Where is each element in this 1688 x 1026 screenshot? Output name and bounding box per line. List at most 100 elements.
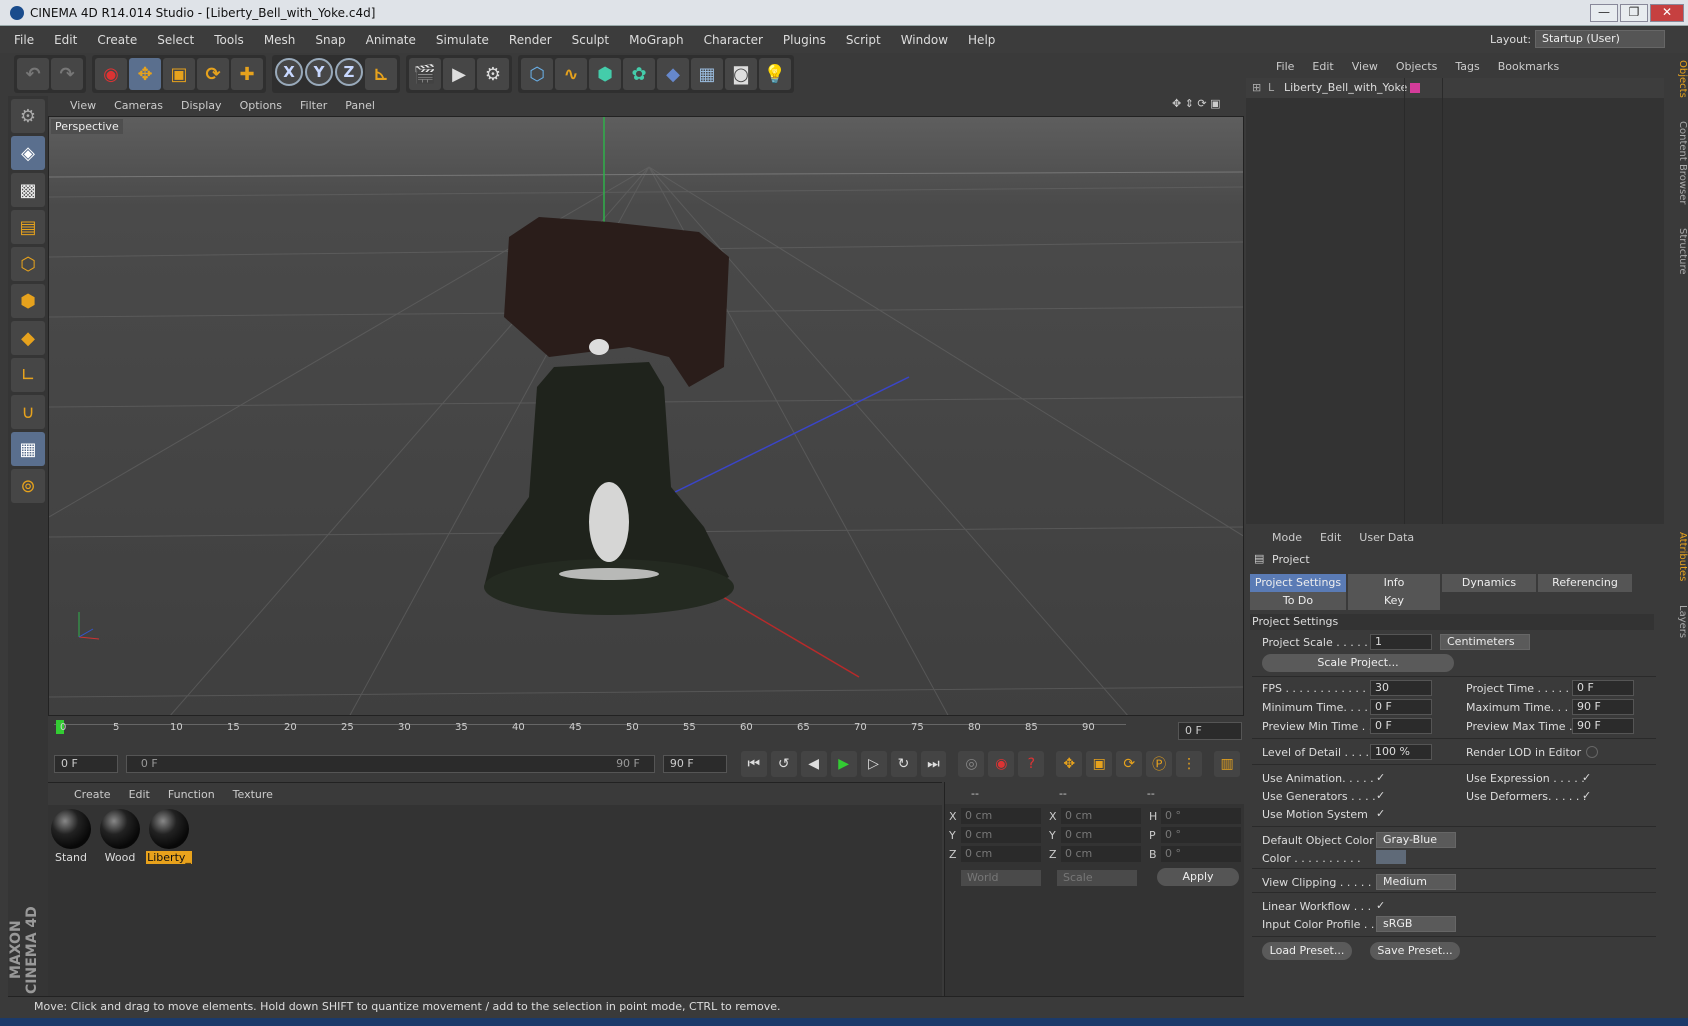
x-axis-lock-icon[interactable]: X [275,58,303,86]
preview-max-field[interactable]: 90 F [1572,718,1634,734]
scale-units-dropdown[interactable]: Centimeters [1440,634,1530,650]
solo-mode-icon[interactable]: ⊚ [11,469,45,503]
viewport-menu-filter[interactable]: Filter [300,99,327,112]
side-tab-attributes[interactable]: Attributes [1677,532,1688,581]
viewport-menu-cameras[interactable]: Cameras [114,99,163,112]
menu-mesh[interactable]: Mesh [264,33,296,47]
current-frame-field[interactable]: 0 F [1178,722,1242,740]
objects-menu-tags[interactable]: Tags [1455,60,1479,73]
size-x-field[interactable]: 0 cm [1061,808,1141,824]
tab-todo[interactable]: To Do [1250,592,1346,610]
size-z-field[interactable]: 0 cm [1061,846,1141,862]
input-color-profile-dropdown[interactable]: sRGB [1376,916,1456,932]
redo-icon[interactable]: ↷ [51,58,83,90]
lod-field[interactable]: 100 % [1370,744,1432,760]
apply-button[interactable]: Apply [1157,868,1239,886]
use-motion-checkbox[interactable]: ✓ [1376,808,1388,820]
menu-edit[interactable]: Edit [54,33,77,47]
objects-menu-edit[interactable]: Edit [1312,60,1333,73]
layout-dropdown[interactable]: Startup (User) [1535,30,1665,48]
key-position-icon[interactable]: ✥ [1056,751,1083,777]
deformer-icon[interactable]: ◆ [657,58,689,90]
snapping-icon[interactable]: ∪ [11,395,45,429]
object-row[interactable]: ⊞ L Liberty_Bell_with_Yoke [1246,78,1664,98]
play-icon[interactable]: ▶ [830,751,857,777]
tab-info[interactable]: Info [1348,574,1440,592]
menu-select[interactable]: Select [157,33,194,47]
timeline-ruler[interactable]: 0 5 10 15 20 25 30 35 40 45 50 55 60 65 … [54,720,1244,744]
menu-mograph[interactable]: MoGraph [629,33,684,47]
position-z-field[interactable]: 0 cm [961,846,1041,862]
key-scale-icon[interactable]: ▣ [1086,751,1113,777]
objects-menu-view[interactable]: View [1352,60,1378,73]
autokey-icon[interactable]: ◉ [988,751,1015,777]
rotation-h-field[interactable]: 0 ° [1161,808,1241,824]
menu-plugins[interactable]: Plugins [783,33,826,47]
side-tab-objects[interactable]: Objects [1677,60,1688,98]
mograph-cloner-icon[interactable]: ✿ [623,58,655,90]
cube-primitive-icon[interactable]: ⬡ [521,58,553,90]
material-menu-texture[interactable]: Texture [233,788,273,801]
material-menu-create[interactable]: Create [74,788,111,801]
keyframe-selection-icon[interactable]: ? [1018,751,1045,777]
axis-mode-icon[interactable]: ∟ [11,358,45,392]
key-pla-icon[interactable]: ⋮ [1176,751,1203,777]
key-rotation-icon[interactable]: ⟳ [1116,751,1143,777]
expand-icon[interactable]: ⊞ [1252,81,1261,94]
move-tool-icon[interactable]: ✥ [129,58,161,90]
menu-script[interactable]: Script [846,33,881,47]
default-object-color-dropdown[interactable]: Gray-Blue [1376,832,1456,848]
viewport-3d[interactable]: Perspective [48,116,1244,716]
rotate-tool-icon[interactable]: ⟳ [197,58,229,90]
material-liberty[interactable]: Liberty_ [146,809,192,864]
nurbs-icon[interactable]: ⬢ [589,58,621,90]
workplane-lock-icon[interactable]: ▦ [11,432,45,466]
light-icon[interactable]: 💡 [759,58,791,90]
save-preset-button[interactable]: Save Preset... [1370,942,1460,960]
material-menu-edit[interactable]: Edit [129,788,150,801]
menu-file[interactable]: File [14,33,34,47]
range-slider[interactable]: 0 F 90 F [125,755,655,773]
menu-window[interactable]: Window [901,33,948,47]
polygons-mode-icon[interactable]: ◆ [11,321,45,355]
preview-min-field[interactable]: 0 F [1370,718,1432,734]
menu-help[interactable]: Help [968,33,995,47]
y-axis-lock-icon[interactable]: Y [305,58,333,86]
size-y-field[interactable]: 0 cm [1061,827,1141,843]
color-swatch[interactable] [1376,850,1406,864]
texture-mode-icon[interactable]: ▩ [11,173,45,207]
viewport-menu-view[interactable]: View [70,99,96,112]
start-frame-field[interactable]: 0 F [54,755,118,773]
end-frame-field[interactable]: 90 F [662,755,727,773]
coordinate-space-dropdown[interactable]: World [961,870,1041,886]
viewport-menu-options[interactable]: Options [240,99,282,112]
project-time-field[interactable]: 0 F [1572,680,1634,696]
menu-snap[interactable]: Snap [315,33,345,47]
render-lod-checkbox[interactable] [1586,746,1598,758]
scene-floor-icon[interactable]: ▦ [691,58,723,90]
attr-menu-userdata[interactable]: User Data [1359,531,1414,544]
fps-field[interactable]: 30 [1370,680,1432,696]
camera-icon[interactable]: ◙ [725,58,757,90]
min-time-field[interactable]: 0 F [1370,699,1432,715]
material-wood[interactable]: Wood [97,809,143,864]
spline-icon[interactable]: ∿ [555,58,587,90]
go-to-start-icon[interactable]: ⏮ [740,751,767,777]
menu-character[interactable]: Character [704,33,763,47]
objects-menu-objects[interactable]: Objects [1396,60,1438,73]
view-clipping-dropdown[interactable]: Medium [1376,874,1456,890]
render-view-icon[interactable]: 🎬 [409,58,441,90]
side-tab-layers[interactable]: Layers [1677,605,1688,638]
material-stand[interactable]: Stand [48,809,94,864]
scale-tool-icon[interactable]: ▣ [163,58,195,90]
attr-menu-mode[interactable]: Mode [1272,531,1302,544]
max-time-field[interactable]: 90 F [1572,699,1634,715]
menu-create[interactable]: Create [97,33,137,47]
live-selection-icon[interactable]: ◉ [95,58,127,90]
coordinate-system-icon[interactable]: ⊾ [365,58,397,90]
key-parameter-icon[interactable]: Ⓟ [1146,751,1173,777]
minimize-button[interactable]: — [1590,4,1618,22]
viewport-menu-display[interactable]: Display [181,99,222,112]
scale-project-button[interactable]: Scale Project... [1262,654,1454,672]
rotation-p-field[interactable]: 0 ° [1161,827,1241,843]
